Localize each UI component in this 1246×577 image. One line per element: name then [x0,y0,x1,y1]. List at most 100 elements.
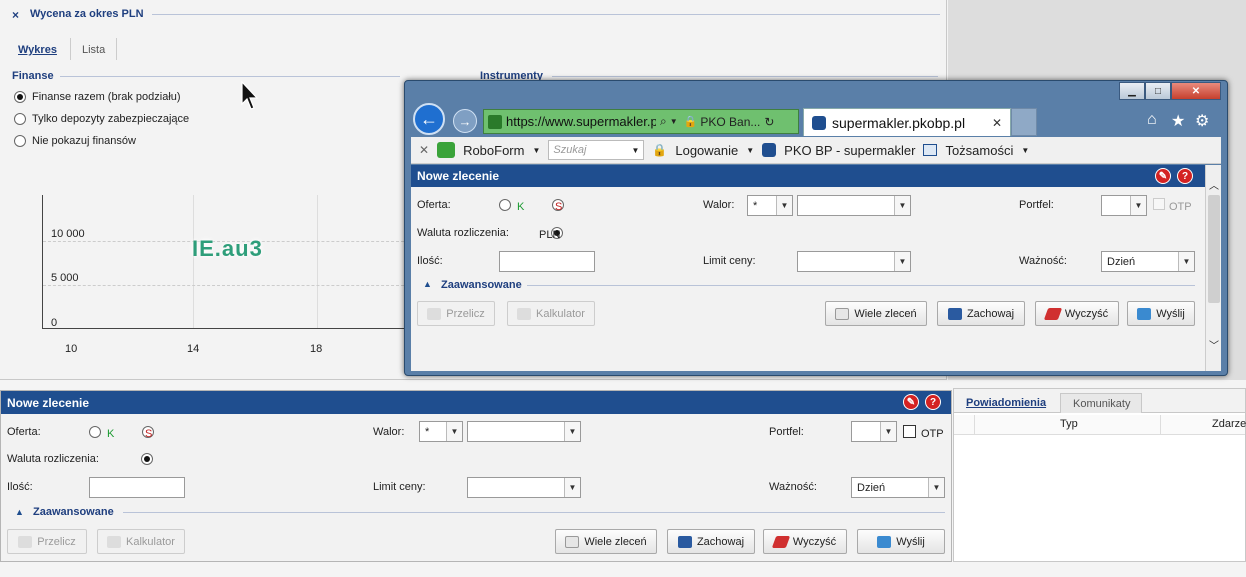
portfel-label: Portfel: [1019,199,1054,211]
mouse-cursor-icon [241,80,259,110]
walor-select[interactable]: ▼ [797,195,911,216]
scrollbar[interactable]: ︿ ﹀ [1205,165,1221,371]
waznosc-label: Ważność: [769,481,817,493]
otp-checkbox[interactable] [903,425,916,438]
walor-select[interactable]: ▼ [467,421,581,442]
wyczysc-button[interactable]: Wyczyść [763,529,847,554]
valuation-title: Wycena za okres PLN [30,8,144,20]
wyczysc-button[interactable]: Wyczyść [1035,301,1119,326]
otp-checkbox[interactable] [1153,198,1165,210]
gear-icon[interactable]: ⚙ [1195,111,1209,131]
pencil-icon [18,535,33,548]
dropdown-icon[interactable]: ▼ [670,117,678,126]
radio-finanse-razem[interactable]: Finanse razem (brak podziału) [14,91,181,103]
dropdown-icon[interactable]: ▼ [532,146,540,155]
radio-depozyty[interactable]: Tylko depozyty zabezpieczające [14,113,189,125]
send-icon [877,535,892,548]
tab-separator [70,38,71,60]
search-input[interactable]: Szukaj ▼ [548,140,645,160]
wiele-zlecen-button[interactable]: Wiele zleceń [555,529,657,554]
maximize-icon[interactable]: □ [1145,82,1171,100]
help-icon[interactable]: ? [925,394,941,410]
pin-icon[interactable]: ✎ [1155,168,1171,184]
radio-pln[interactable] [141,453,154,466]
dropdown-icon[interactable]: ▼ [631,146,639,155]
limit-select[interactable]: ▼ [467,477,581,498]
portfel-select[interactable]: ▼ [1101,195,1147,216]
walor-label: Walor: [703,199,735,211]
radio-icon[interactable] [14,135,26,147]
logowanie-button[interactable]: Logowanie [675,143,738,158]
table-header: Typ Zdarze [954,415,1246,435]
walor-type-value: * [753,199,758,212]
ilosc-input[interactable] [499,251,595,272]
scrollbar-thumb[interactable] [1208,195,1220,303]
x-tick-label: 14 [187,343,200,355]
waluta-label: Waluta rozliczenia: [7,453,99,465]
wiele-zlecen-button[interactable]: Wiele zleceń [825,301,927,326]
tab-powiadomienia[interactable]: Powiadomienia [966,397,1046,409]
y-tick-label: 0 [51,317,58,329]
waznosc-select[interactable]: Dzień ▼ [1101,251,1195,272]
tab-komunikaty[interactable]: Komunikaty [1060,393,1142,413]
radio-k[interactable] [499,199,511,212]
limit-select[interactable]: ▼ [797,251,911,272]
roboform-button[interactable]: RoboForm [463,143,524,158]
chevron-up-icon[interactable]: ︿ [1209,177,1219,192]
radio-k[interactable] [89,426,101,439]
kalkulator-button[interactable]: Kalkulator [97,529,185,554]
close-icon[interactable]: × [12,8,19,22]
url-text[interactable]: https://www.supermakler.p [506,114,656,129]
column-typ[interactable]: Typ [1060,418,1078,430]
walor-type-select[interactable]: * ▼ [419,421,463,442]
close-toolbar-icon[interactable]: ✕ [419,143,429,157]
divider [152,14,940,15]
radio-icon[interactable] [14,113,26,125]
radio-nie-pokazuj[interactable]: Nie pokazuj finansów [14,135,136,147]
dropdown-icon[interactable]: ▼ [1021,146,1029,155]
pko-bookmark[interactable]: PKO BP - supermakler [784,143,915,158]
close-tab-icon[interactable]: ✕ [992,116,1002,130]
forward-icon[interactable]: → [453,109,477,133]
tab-lista[interactable]: Lista [82,44,105,56]
column-zdarzenie[interactable]: Zdarze [1212,418,1246,430]
refresh-icon[interactable]: ↻ [764,115,774,129]
new-tab-button[interactable] [1011,108,1037,136]
ilosc-input[interactable] [89,477,185,498]
waznosc-select[interactable]: Dzień ▼ [851,477,945,498]
chevron-down-icon[interactable]: ﹀ [1209,337,1219,352]
help-icon[interactable]: ? [1177,168,1193,184]
y-tick-label: 5 000 [51,272,79,284]
portfel-select[interactable]: ▼ [851,421,897,442]
tozsamosci-button[interactable]: Tożsamości [945,143,1013,158]
back-icon[interactable]: ← [413,103,445,135]
triangle-up-icon[interactable]: ▲ [423,279,432,289]
zachowaj-button[interactable]: Zachowaj [937,301,1025,326]
kalkulator-button[interactable]: Kalkulator [507,301,595,326]
grid-line [43,285,404,286]
advanced-toggle[interactable]: Zaawansowane [441,279,522,291]
advanced-toggle[interactable]: Zaawansowane [33,506,114,518]
close-window-icon[interactable]: ✕ [1171,82,1221,100]
przelicz-button[interactable]: Przelicz [417,301,495,326]
search-icon[interactable]: ⌕ [660,114,667,129]
otp-label: OTP [1169,201,1192,213]
minimize-icon[interactable]: ▁ [1119,82,1145,100]
pin-icon[interactable]: ✎ [903,394,919,410]
star-icon[interactable]: ★ [1171,111,1185,131]
walor-type-select[interactable]: * ▼ [747,195,793,216]
button-label: Przelicz [446,307,485,320]
przelicz-button[interactable]: Przelicz [7,529,87,554]
wyslij-button[interactable]: Wyślij [857,529,945,554]
tab-supermakler[interactable]: supermakler.pkobp.pl ✕ [803,108,1011,136]
triangle-up-icon[interactable]: ▲ [15,507,24,517]
home-icon[interactable]: ⌂ [1147,111,1157,129]
radio-icon[interactable] [14,91,26,103]
divider [552,76,938,77]
dropdown-icon[interactable]: ▼ [746,146,754,155]
tab-wykres[interactable]: Wykres [18,44,57,56]
address-bar[interactable]: https://www.supermakler.p ⌕ ▼ 🔒 PKO Ban.… [483,109,799,134]
zachowaj-button[interactable]: Zachowaj [667,529,755,554]
site-name: PKO Ban... [700,114,761,129]
wyslij-button[interactable]: Wyślij [1127,301,1195,326]
